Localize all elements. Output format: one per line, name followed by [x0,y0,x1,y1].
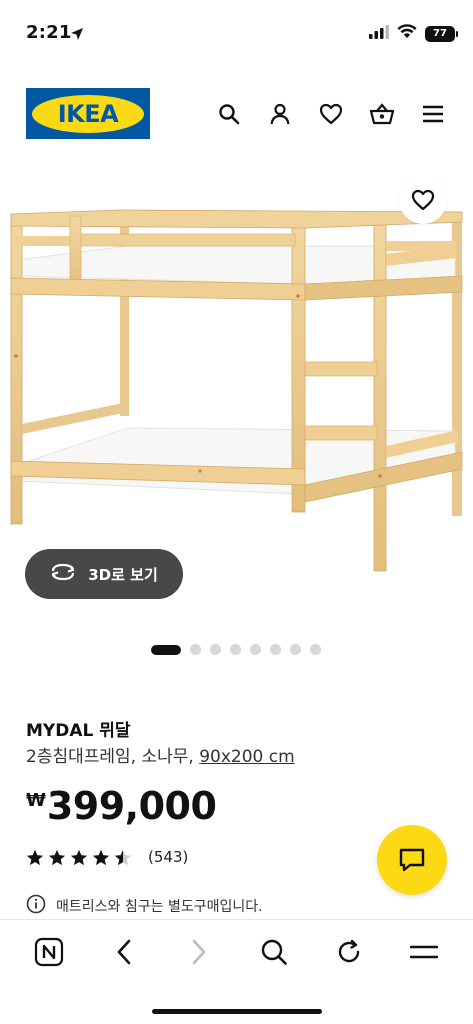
star-icon [48,849,66,865]
product-price: ₩ 399,000 [26,784,217,828]
gallery-dot[interactable] [190,644,201,655]
notice: 매트리스와 침구는 별도구매입니다. [26,894,263,918]
currency-symbol: ₩ [26,790,46,811]
location-arrow-icon [70,26,84,45]
gallery-dot[interactable] [210,644,221,655]
heart-icon[interactable] [317,100,345,128]
review-count: (543) [148,848,189,866]
reload-icon [338,939,359,963]
add-to-favorites-button[interactable] [399,176,447,224]
browser-search-button[interactable] [254,934,294,970]
gallery-dot[interactable] [290,644,301,655]
chat-icon [399,848,425,872]
search-icon [261,939,287,965]
tabs-button[interactable] [29,934,69,970]
gallery-dot[interactable] [310,644,321,655]
half-star-icon [114,849,132,865]
menu-icon [409,945,438,959]
product-type: 2층침대프레임, 소나무, [26,747,200,767]
notice-text: 매트리스와 침구는 별도구매입니다. [56,899,263,915]
back-button[interactable] [104,934,144,970]
price-value: 399,000 [46,784,217,828]
star-icon [70,849,88,865]
home-indicator[interactable] [152,1009,322,1014]
view-3d-button[interactable]: 3D로 보기 [25,549,183,599]
logo-text: IKEA [57,99,119,128]
browser-toolbar [0,919,473,1024]
signal-icon [369,24,389,43]
status-time: 2:21 [26,22,72,43]
account-icon[interactable] [266,100,294,128]
status-bar: 2:21 77 [0,0,473,64]
rotate-3d-icon [50,563,76,585]
forward-button[interactable] [179,934,219,970]
star-icon [92,849,110,865]
product-description: 2층침대프레임, 소나무, 90x200 cm [26,742,295,767]
size-link[interactable]: 90x200 cm [199,747,294,767]
search-icon[interactable] [215,100,243,128]
gallery-dot[interactable] [230,644,241,655]
gallery-dot[interactable] [151,644,181,655]
browser-menu-button[interactable] [404,934,444,970]
forward-icon [192,939,206,965]
site-header: IKEA [0,88,473,140]
heart-icon [411,189,435,211]
product-name: MYDAL 뮈달 [26,721,131,741]
cart-icon[interactable] [368,100,396,128]
gallery-pagination [151,644,321,655]
star-icon [26,849,44,865]
tabs-icon [35,937,64,967]
view-3d-label: 3D로 보기 [88,565,158,584]
menu-icon[interactable] [419,100,447,128]
chat-button[interactable] [377,825,447,895]
ikea-logo[interactable]: IKEA [26,88,150,139]
info-icon [26,894,46,918]
gallery-dot[interactable] [270,644,281,655]
rating[interactable]: (543) [26,848,188,866]
back-icon [117,939,131,965]
wifi-icon [397,24,417,43]
battery-icon: 77 [425,25,458,42]
gallery-dot[interactable] [250,644,261,655]
reload-button[interactable] [329,934,369,970]
